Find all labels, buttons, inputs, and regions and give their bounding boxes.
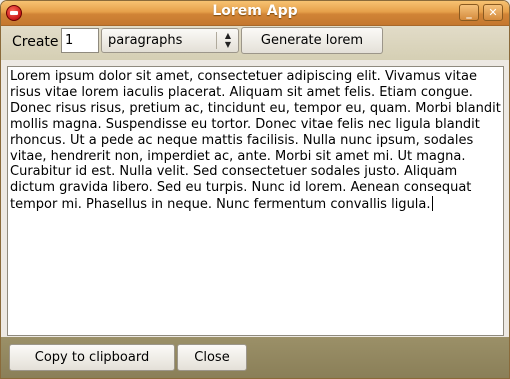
select-separator	[216, 32, 217, 49]
count-input[interactable]	[61, 28, 99, 53]
minimize-button[interactable]: _	[459, 4, 479, 21]
minimize-icon: _	[466, 6, 472, 19]
text-caret	[431, 196, 433, 212]
generate-lorem-button[interactable]: Generate lorem	[241, 27, 383, 54]
title-bar[interactable]: Lorem App _ ✕	[1, 1, 509, 26]
create-label: Create	[12, 34, 59, 50]
unit-select[interactable]: paragraphs ▲ ▼	[101, 28, 239, 53]
close-window-button[interactable]: ✕	[483, 4, 503, 21]
close-icon: ✕	[488, 6, 498, 19]
window-title: Lorem App	[212, 3, 298, 19]
close-button[interactable]: Close	[177, 344, 247, 371]
lorem-text: Lorem ipsum dolor sit amet, consectetuer…	[10, 69, 501, 213]
app-window: Lorem App _ ✕ Create paragraphs ▲▼ Gener…	[0, 0, 510, 379]
updown-arrows-icon: ▲ ▼	[224, 31, 231, 49]
lorem-text-area[interactable]: Lorem ipsum dolor sit amet, consectetuer…	[7, 66, 504, 336]
unit-select-value: paragraphs	[108, 33, 183, 48]
copy-to-clipboard-button[interactable]: Copy to clipboard	[9, 344, 175, 371]
